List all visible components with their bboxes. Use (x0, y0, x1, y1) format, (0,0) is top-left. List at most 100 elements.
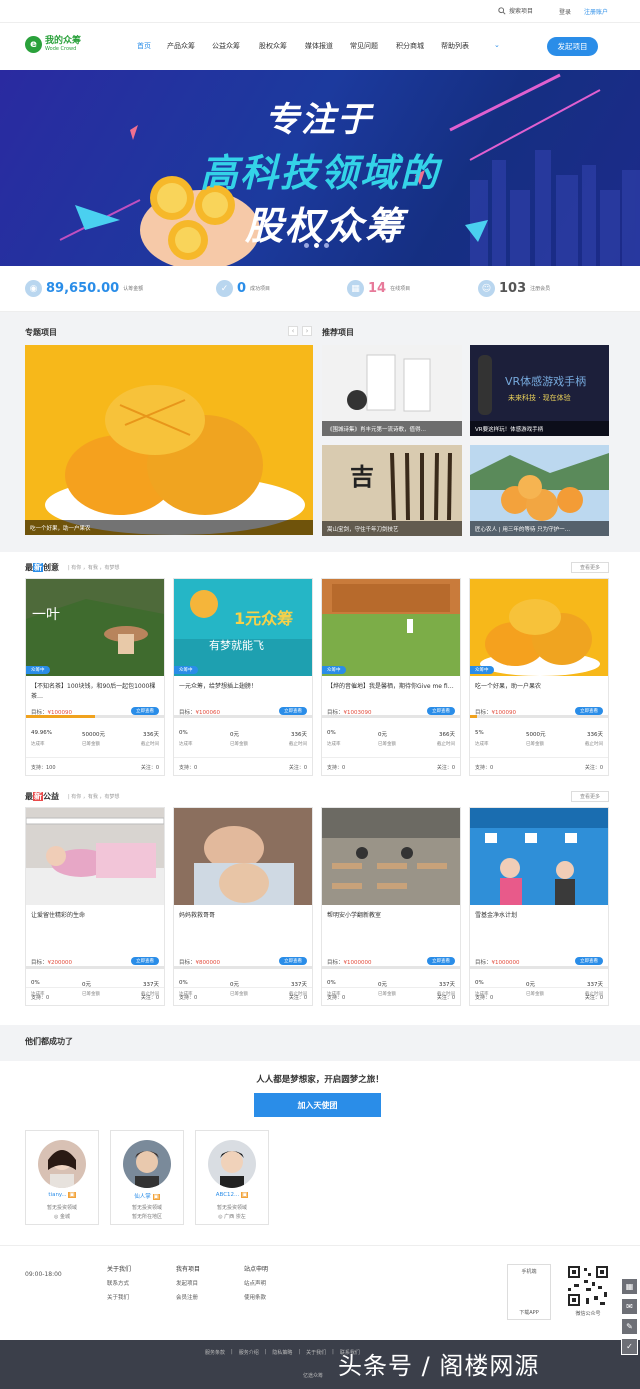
project-card[interactable]: 众筹中 【烨的音催地】我是馨栖，期待你Give me fi… 目标：¥1003090… (321, 578, 461, 776)
support-count: 支持：0 (475, 765, 494, 771)
avatar (123, 1140, 171, 1188)
project-card[interactable]: 1元众筹 有梦就能飞 众筹中 一元众筹，给梦想插上翅膀！ 目标：¥100060 立即查看 0… (173, 578, 313, 776)
view-now-button[interactable]: 立即查看 (279, 707, 307, 715)
edit-float-icon[interactable]: ✎ (621, 1318, 638, 1335)
project-title[interactable]: 【烨的音催地】我是馨栖，期待你Give me fi… (327, 682, 455, 692)
bottom-link[interactable]: 关于我们 (306, 1349, 326, 1356)
footer-link[interactable]: 会员注册 (176, 1291, 200, 1305)
project-title[interactable]: 让爱留住精彩的生命 (31, 911, 159, 921)
angel-location: ◎ 金城 (54, 1214, 70, 1220)
footer-link[interactable]: 使用条款 (244, 1291, 268, 1305)
charity-more-button[interactable]: 查看更多 (571, 791, 609, 802)
project-image[interactable] (322, 808, 460, 905)
nav-home[interactable]: 首页 (137, 41, 151, 51)
nav-help[interactable]: 帮助列表 (441, 41, 469, 51)
nav-product[interactable]: 产品众筹 (167, 41, 195, 51)
angel-card[interactable]: ABC12... ▣ 暂无投资领域 ◎ 广西 崇左 (195, 1130, 269, 1225)
qr-float-icon[interactable]: ▦ (621, 1278, 638, 1295)
project-image[interactable] (26, 808, 164, 905)
charity-hint: | 有你 ，有我 ，有梦想 (68, 794, 120, 800)
project-card[interactable]: 众筹中 吃一个好果，助一户果农 目标：¥100090 立即查看 5% 5000元 336天达… (469, 578, 609, 776)
view-now-button[interactable]: 立即查看 (427, 957, 455, 965)
project-title[interactable]: 一元众筹，给梦想插上翅膀！ (179, 682, 307, 692)
avatar (38, 1140, 86, 1188)
project-image[interactable] (470, 808, 608, 905)
project-image[interactable]: 一叶 (26, 579, 164, 676)
project-card[interactable]: 妈妈救救哥哥 目标：¥800000 立即查看 0% 0元 337天 达成率 已筹金额 截止时间支… (173, 807, 313, 1006)
recommend-item[interactable]: 匠心农人 | 用三年的等待 只为守护一… (470, 445, 609, 536)
nav-media[interactable]: 媒体报道 (305, 41, 333, 51)
recommend-item[interactable]: VR体感游戏手柄 未来科技 · 现在体验 VR要这样玩！体感游戏手柄 (470, 345, 609, 436)
search-icon (498, 6, 506, 15)
service-hours: 09:00-18:00 (25, 1271, 62, 1278)
project-card[interactable]: 让爱留住精彩的生命 目标：¥200000 立即查看 0% 0元 337天 达成率 已筹金额 截止… (25, 807, 165, 1006)
register-link[interactable]: 注册账户 (584, 7, 608, 16)
project-title[interactable]: 帮明安小学翻新教室 (327, 911, 455, 921)
view-now-button[interactable]: 立即查看 (279, 957, 307, 965)
svg-text:吉: 吉 (350, 463, 374, 491)
footer-link[interactable]: 站点声明 (244, 1277, 268, 1291)
app-download-box[interactable]: 手机端 下载APP (507, 1264, 551, 1320)
angel-card[interactable]: 仙人掌 ▣ 暂无投资领域 暂无所在地区 (110, 1130, 184, 1225)
footer-link[interactable]: 发起项目 (176, 1277, 200, 1291)
login-link[interactable]: 登录 (559, 7, 571, 16)
project-title[interactable]: 雪基金净水计划 (475, 911, 603, 921)
project-photo (322, 808, 460, 905)
bottom-link[interactable]: 服务条款 (205, 1349, 225, 1356)
nav-equity[interactable]: 股权众筹 (259, 41, 287, 51)
project-image[interactable]: 1元众筹 有梦就能飞 (174, 579, 312, 676)
wechat-qr-code (566, 1264, 610, 1308)
search-link[interactable]: 搜索项目 (498, 6, 533, 15)
badge-icon: ▣ (68, 1192, 76, 1198)
creative-more-button[interactable]: 查看更多 (571, 562, 609, 573)
bottom-link[interactable]: 服务介绍 (239, 1349, 259, 1356)
banner-line-2: 高科技领域的 (200, 151, 441, 195)
chevron-down-icon[interactable]: ⌄ (494, 41, 500, 49)
project-image[interactable] (470, 579, 608, 676)
angel-name: tiany... ▣ (26, 1192, 98, 1198)
view-now-button[interactable]: 立即查看 (575, 957, 603, 965)
view-now-button[interactable]: 立即查看 (131, 957, 159, 965)
nav-mall[interactable]: 积分商城 (396, 41, 424, 51)
wechat-label: 微信公众号 (575, 1311, 601, 1317)
chat-float-icon[interactable]: ✉ (621, 1298, 638, 1315)
view-now-button[interactable]: 立即查看 (427, 707, 455, 715)
recommend-item[interactable]: 《围城诗集》肖丰元第一流诗歌，值得… (322, 345, 462, 436)
recommend-item[interactable]: 吉 嵩山宝剑，守住千年刀剑技艺 (322, 445, 462, 536)
footer-link[interactable]: 关于我们 (107, 1291, 131, 1305)
project-title[interactable]: 【不知名茶】100块钱，和90后一起包1000棵茶… (31, 682, 159, 702)
project-title[interactable]: 妈妈救救哥哥 (179, 911, 307, 921)
carousel-dot[interactable] (324, 243, 329, 248)
view-now-button[interactable]: 立即查看 (575, 707, 603, 715)
view-now-button[interactable]: 立即查看 (131, 707, 159, 715)
charity-title-a: 最 (25, 792, 33, 801)
carousel-dot[interactable] (304, 243, 309, 248)
check-float-icon[interactable]: ✓ (621, 1338, 638, 1355)
hero-banner[interactable]: 专注于 高科技领域的 股权众筹 (0, 70, 640, 266)
angel-name-text: ABC12... (215, 1192, 240, 1198)
chevron-left-icon[interactable]: ‹ (288, 326, 298, 336)
project-card[interactable]: 帮明安小学翻新教室 目标：¥1000000 立即查看 0% 0元 337天 达成率 已筹金额截… (321, 807, 461, 1006)
logo[interactable]: e 我的众筹 Wode Crowd (25, 36, 81, 53)
recommend-caption: 《围城诗集》肖丰元第一流诗歌，值得… (322, 421, 462, 436)
nav-charity[interactable]: 公益众筹 (212, 41, 240, 51)
progress-bar (26, 715, 164, 718)
creative-title-c: 创意 (43, 563, 59, 572)
project-image[interactable] (322, 579, 460, 676)
angel-card[interactable]: tiany... ▣ 暂无投资领域 ◎ 金城 (25, 1130, 99, 1225)
footer-link[interactable]: 联系方式 (107, 1277, 131, 1291)
success-slogan: 人人都是梦想家，开启圆梦之旅！ (256, 1075, 384, 1085)
footer-col-site: 站点申明 站点声明 使用条款 (244, 1263, 268, 1305)
carousel-dot[interactable] (314, 243, 319, 248)
nav-faq[interactable]: 常见问题 (350, 41, 378, 51)
bottom-link[interactable]: 隐私策略 (272, 1349, 292, 1356)
project-image[interactable] (174, 808, 312, 905)
project-card[interactable]: 雪基金净水计划 目标：¥1000000 立即查看 0% 0元 337天 达成率 已筹金额 截止时… (469, 807, 609, 1006)
card-footer: 支持：0 关注：0 (174, 757, 312, 775)
project-card[interactable]: 一叶 众筹中 【不知名茶】100块钱，和90后一起包1000棵茶… 目标：¥10009… (25, 578, 165, 776)
project-title[interactable]: 吃一个好果，助一户果农 (475, 682, 603, 692)
special-image[interactable]: 吃一个好果，助一户果农 (25, 345, 313, 535)
chevron-right-icon[interactable]: › (302, 326, 312, 336)
join-angel-button[interactable]: 加入天使团 (254, 1093, 381, 1117)
start-project-button[interactable]: 发起项目 (547, 37, 598, 56)
